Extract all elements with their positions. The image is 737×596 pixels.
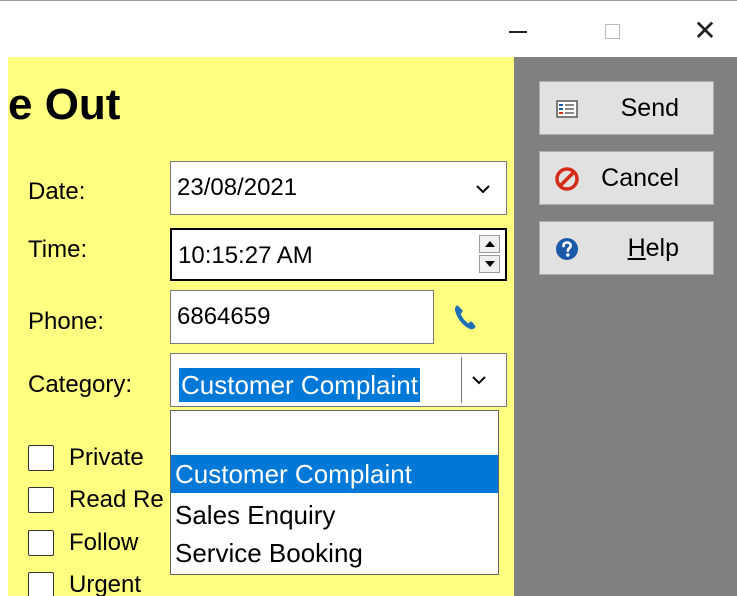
cancel-label: Cancel [601,163,679,192]
help-button[interactable]: Help [539,221,714,275]
close-icon: ✕ [693,14,717,47]
time-label: Time: [28,236,88,263]
help-mnemonic: H [627,233,646,262]
spin-down-button[interactable] [479,255,500,273]
send-button[interactable]: Send [539,81,714,135]
time-spinner[interactable] [479,235,500,273]
help-label-rest: elp [645,233,679,262]
private-label: Private [69,444,144,471]
phone-label: Phone: [28,308,105,335]
private-checkbox[interactable] [28,445,54,471]
maximize-icon [604,23,620,39]
side-panel [514,57,737,596]
minimize-icon [509,31,527,33]
close-button[interactable]: ✕ [682,13,728,49]
arrow-down-icon [485,261,495,267]
window-title-bar: ✕ [0,0,737,57]
time-field[interactable]: 10:15:27 AM [170,228,507,281]
category-label: Category: [28,371,133,398]
urgent-checkbox[interactable] [28,572,54,596]
follow-up-label: Follow [69,529,139,556]
minimize-button[interactable] [495,13,541,49]
help-label: Help [540,234,713,263]
chevron-down-icon[interactable] [475,183,491,195]
list-item[interactable]: Sales Enquiry [171,496,498,534]
arrow-up-icon [485,241,495,247]
phone-value: 6864659 [177,303,271,330]
read-receipt-checkbox[interactable] [28,487,54,513]
spin-up-button[interactable] [479,235,500,253]
phone-input[interactable]: 6864659 [170,290,434,344]
send-label: Send [620,93,679,122]
category-dropdown-button[interactable] [461,357,495,403]
date-label: Date: [28,178,86,205]
cancel-button[interactable]: Cancel [539,151,714,205]
category-selected-value: Customer Complaint [179,368,420,402]
time-value: 10:15:27 AM [178,242,313,269]
date-picker[interactable]: 23/08/2021 [170,161,507,215]
list-item[interactable]: Customer Complaint [171,455,498,493]
date-value: 23/08/2021 [177,174,298,201]
maximize-button[interactable] [589,13,635,49]
category-options-list[interactable]: Customer Complaint Sales Enquiry Service… [170,410,499,575]
follow-up-checkbox[interactable] [28,530,54,556]
read-receipt-label: Read Re [69,486,164,513]
page-title: e Out [8,80,121,129]
phone-icon[interactable] [452,302,478,332]
list-item[interactable]: Service Booking [171,534,498,572]
urgent-label: Urgent [69,571,142,596]
chevron-down-icon [472,376,486,385]
list-item[interactable] [171,413,498,451]
